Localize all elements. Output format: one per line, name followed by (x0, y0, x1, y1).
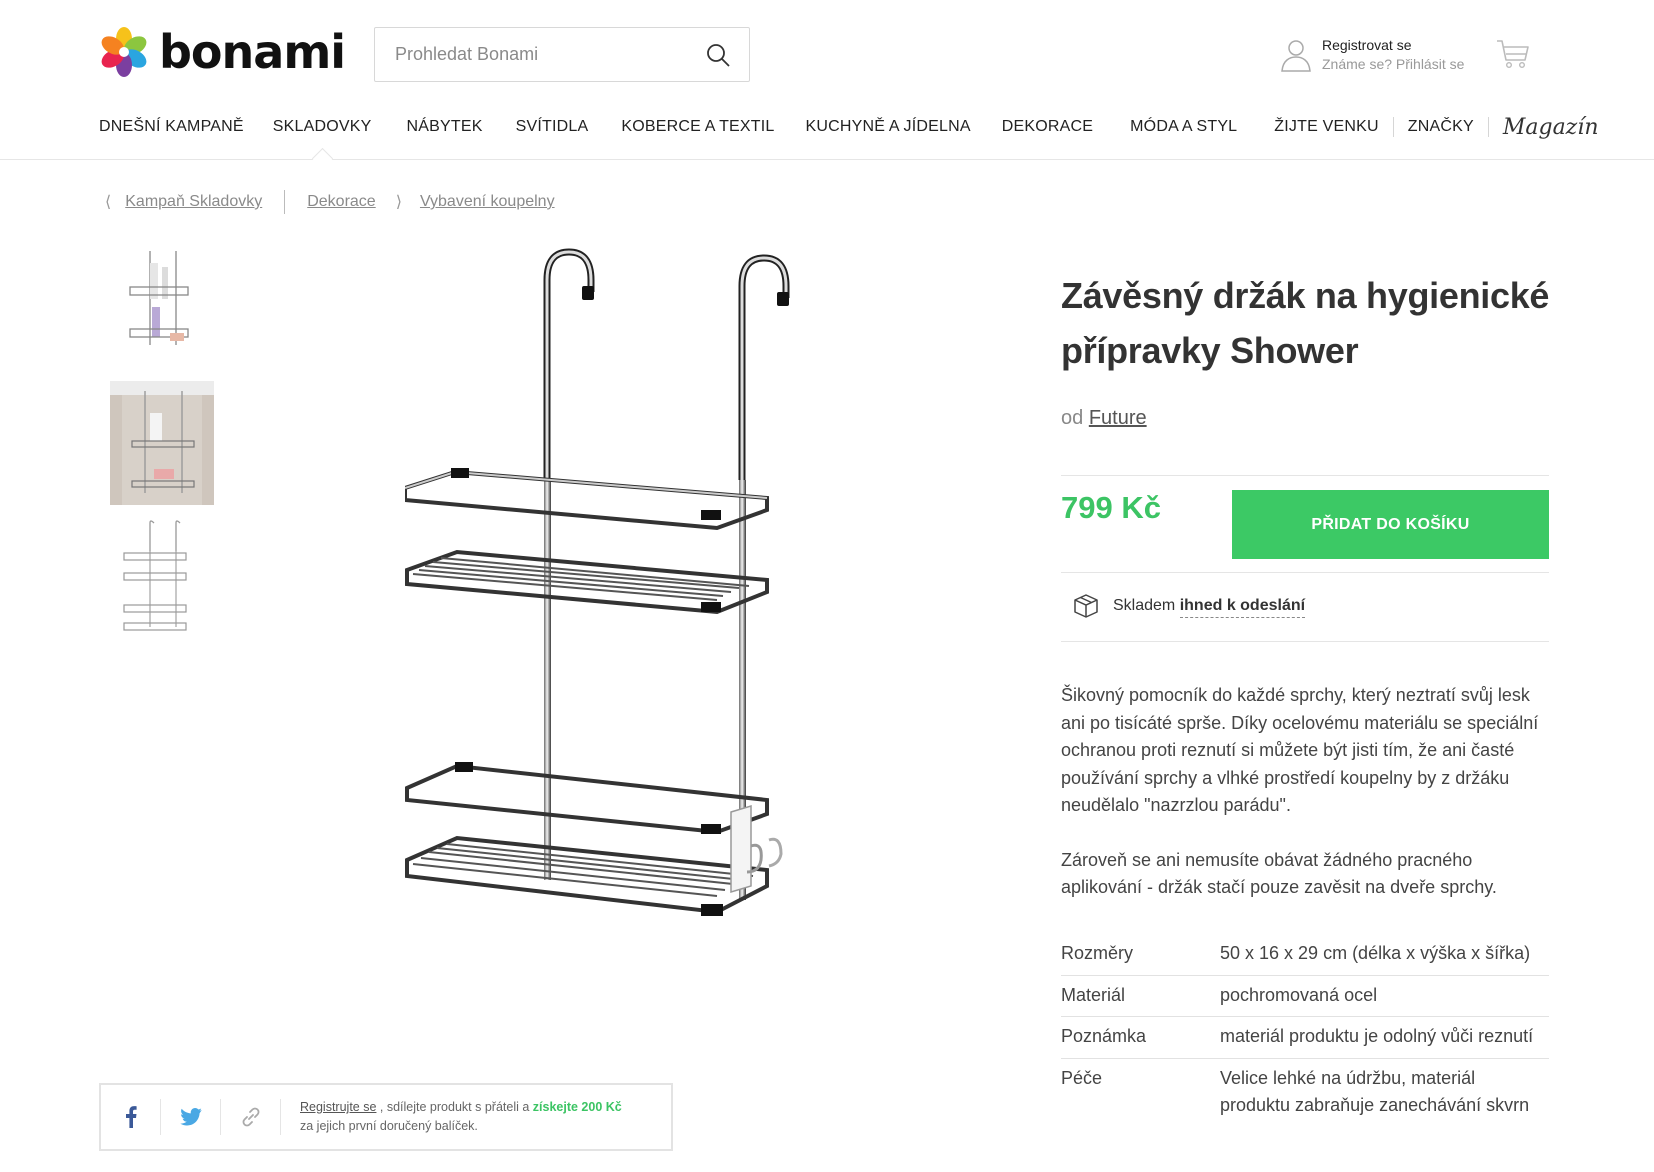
search-icon[interactable] (705, 42, 731, 68)
nav-item-dekorace[interactable]: DEKORACE (1002, 118, 1093, 136)
description-paragraph: Šikovný pomocník do každé sprchy, který … (1061, 685, 1539, 815)
site-header: bonami Registrovat se Známe se? Přihlási… (0, 0, 1654, 160)
divider (1061, 572, 1549, 573)
bonami-logo[interactable]: bonami (97, 25, 346, 79)
nav-item-moda[interactable]: MÓDA A STYL (1130, 118, 1237, 136)
nav-item-koberce[interactable]: KOBERCE A TEXTIL (621, 118, 774, 136)
main-nav: DNEŠNÍ KAMPANĚ SKLADOVKY NÁBYTEK SVÍTIDL… (99, 115, 1599, 140)
facebook-icon (125, 1106, 137, 1128)
breadcrumb: ⟨ Kampaň Skladovky Dekorace ⟩ Vybavení k… (105, 190, 555, 214)
add-to-cart-button[interactable]: PŘIDAT DO KOŠÍKU (1232, 490, 1549, 559)
register-link[interactable]: Registrovat se (1322, 36, 1464, 55)
stock-availability-link[interactable]: ihned k odeslání (1179, 597, 1306, 618)
nav-item-skladovky[interactable]: SKLADOVKY (273, 118, 372, 136)
spec-row: Poznámka materiál produktu je odolný vůč… (1061, 1016, 1549, 1058)
user-icon[interactable] (1280, 38, 1312, 72)
cart-icon[interactable] (1496, 38, 1530, 70)
flower-logo-icon (101, 27, 147, 77)
chevron-right-icon: ⟩ (395, 194, 402, 211)
divider (1061, 475, 1549, 476)
nav-divider (1392, 117, 1394, 137)
spec-key: Péče (1061, 1057, 1220, 1127)
account-links: Registrovat se Známe se? Přihlásit se (1322, 36, 1464, 74)
spec-key: Poznámka (1061, 1016, 1220, 1058)
spec-value: pochromovaná ocel (1220, 974, 1549, 1017)
product-title: Závěsný držák na hygienické přípravky Sh… (1061, 275, 1550, 371)
breadcrumb-link-vybaveni[interactable]: Vybavení koupelny (420, 193, 555, 211)
spec-row: Materiál pochromovaná ocel (1061, 974, 1549, 1017)
product-specs-table: Rozměry 50 x 16 x 29 cm (délka x výška x… (1061, 936, 1549, 1127)
share-promo-text: Registrujte se , sdílejte produkt s přát… (281, 1098, 622, 1136)
package-icon (1074, 594, 1098, 618)
copy-link-button[interactable] (221, 1099, 281, 1135)
nav-item-zijte-venku[interactable]: ŽIJTE VENKU (1274, 118, 1378, 136)
product-brand: od Future (1061, 407, 1147, 430)
stock-label: Skladem (1113, 597, 1176, 614)
login-link[interactable]: Známe se? Přihlásit se (1322, 55, 1464, 74)
nav-item-kuchyne[interactable]: KUCHYNĚ A JÍDELNA (806, 118, 971, 136)
logo-text: bonami (159, 25, 346, 79)
nav-item-nabytek[interactable]: NÁBYTEK (407, 118, 483, 136)
share-text-middle: , sdílejte produkt s přáteli a (376, 1100, 533, 1114)
link-icon (242, 1107, 259, 1127)
product-thumbnail[interactable] (110, 381, 214, 505)
search-input[interactable] (375, 28, 675, 81)
spec-value: 50 x 16 x 29 cm (délka x výška x šířka) (1220, 943, 1531, 963)
breadcrumb-link-dekorace[interactable]: Dekorace (307, 193, 375, 211)
share-reward: získejte 200 Kč (532, 1100, 622, 1114)
nav-divider (1487, 117, 1489, 137)
brand-link[interactable]: Future (1089, 407, 1147, 429)
share-text-line2: za jejich první doručený balíček. (300, 1119, 478, 1133)
product-thumbnail[interactable] (110, 517, 214, 641)
spec-value: materiál produktu je odolný vůči reznutí (1220, 1016, 1549, 1058)
product-thumbnail[interactable] (110, 245, 214, 369)
divider (1061, 641, 1549, 642)
chevron-left-icon: ⟨ (105, 194, 112, 211)
product-description: Šikovný pomocník do každé sprchy, který … (1061, 682, 1555, 902)
product-price: 799 Kč (1061, 490, 1161, 525)
nav-item-dnesni-kampane[interactable]: DNEŠNÍ KAMPANĚ (99, 118, 244, 136)
spec-key: Materiál (1061, 974, 1220, 1017)
breadcrumb-back-link[interactable]: Kampaň Skladovky (125, 193, 262, 211)
facebook-share-button[interactable] (101, 1099, 161, 1135)
description-paragraph: Zároveň se ani nemusíte obávat žádného p… (1061, 849, 1497, 898)
brand-prefix: od (1061, 407, 1084, 429)
spec-key: Rozměry (1061, 943, 1134, 963)
spec-row: Péče Velice lehké na údržbu, materiál pr… (1061, 1057, 1549, 1127)
search-box (374, 27, 750, 82)
twitter-icon (179, 1108, 202, 1126)
nav-item-svitidla[interactable]: SVÍTIDLA (516, 118, 589, 136)
product-main-image[interactable] (405, 240, 845, 980)
account-menu: Registrovat se Známe se? Přihlásit se (1280, 36, 1464, 74)
share-box: Registrujte se , sdílejte produkt s přát… (99, 1083, 673, 1151)
spec-value: Velice lehké na údržbu, materiál produkt… (1220, 1057, 1549, 1127)
breadcrumb-divider (284, 190, 286, 214)
spec-row: Rozměry 50 x 16 x 29 cm (délka x výška x… (1061, 936, 1549, 975)
share-register-link[interactable]: Registrujte se (300, 1100, 376, 1114)
nav-item-znacky[interactable]: ZNAČKY (1408, 118, 1474, 136)
nav-item-magazin[interactable]: Magazín (1503, 115, 1599, 140)
stock-status: Skladem ihned k odeslání (1073, 593, 1306, 619)
twitter-share-button[interactable] (161, 1099, 221, 1135)
